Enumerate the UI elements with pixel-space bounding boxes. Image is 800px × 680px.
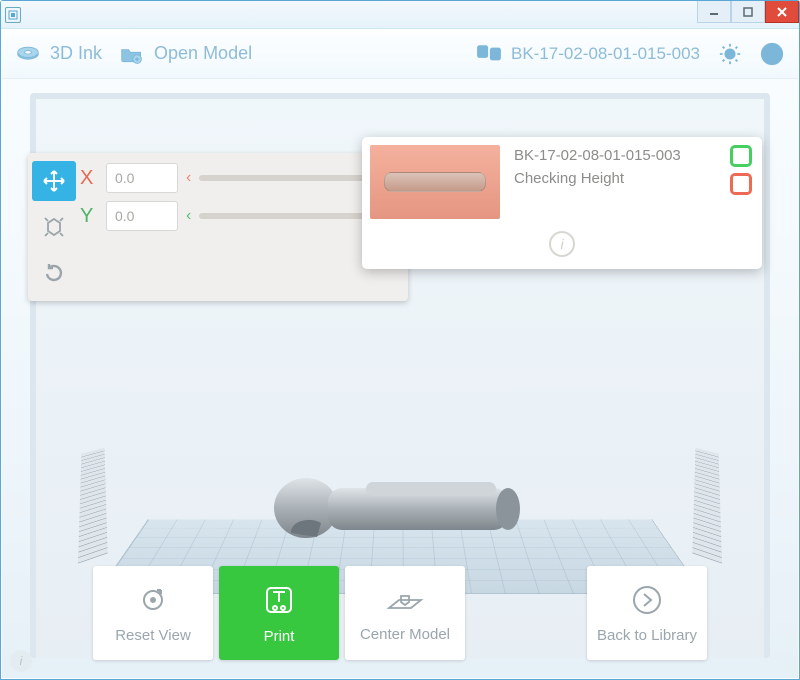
app-icon xyxy=(5,7,21,23)
y-decrement[interactable]: ‹ xyxy=(186,207,191,225)
back-to-library-label: Back to Library xyxy=(597,627,697,644)
settings-button[interactable] xyxy=(718,42,742,66)
svg-text:+: + xyxy=(135,56,139,63)
x-axis-row: X ‹ xyxy=(80,163,398,193)
open-model-button[interactable]: + Open Model xyxy=(120,42,252,66)
ruler-right xyxy=(692,448,722,564)
popup-model-name: BK-17-02-08-01-015-003 xyxy=(514,147,716,164)
viewport-info-button[interactable]: i xyxy=(10,650,32,672)
ink-button[interactable]: 3D Ink xyxy=(16,42,102,66)
y-axis-row: Y ‹ xyxy=(80,201,398,231)
help-button[interactable] xyxy=(760,42,784,66)
model-status-popup: BK-17-02-08-01-015-003 Checking Height i xyxy=(362,137,762,269)
reset-view-button[interactable]: Reset View xyxy=(93,566,213,660)
printer-icon xyxy=(477,42,501,66)
x-axis-label: X xyxy=(80,167,98,190)
scale-tool[interactable] xyxy=(32,207,76,247)
x-decrement[interactable]: ‹ xyxy=(186,169,191,187)
move-tool[interactable] xyxy=(32,161,76,201)
folder-open-icon: + xyxy=(120,42,144,66)
print-button[interactable]: Print xyxy=(219,566,339,660)
x-value-input[interactable] xyxy=(106,163,178,193)
close-button[interactable] xyxy=(765,1,799,23)
ruler-left xyxy=(78,448,108,564)
help-icon xyxy=(760,42,784,66)
top-toolbar: 3D Ink + Open Model BK-17-02-08-01-015-0… xyxy=(2,29,798,79)
rotate-tool[interactable] xyxy=(32,253,76,293)
gear-icon xyxy=(718,42,742,66)
y-axis-label: Y xyxy=(80,205,98,228)
app-area: 3D Ink + Open Model BK-17-02-08-01-015-0… xyxy=(2,29,798,678)
spool-icon xyxy=(16,42,40,66)
y-value-input[interactable] xyxy=(106,201,178,231)
print-label: Print xyxy=(264,628,295,645)
center-model-label: Center Model xyxy=(360,626,450,643)
maximize-button[interactable] xyxy=(731,1,765,23)
model-mesh[interactable] xyxy=(266,458,546,548)
open-model-label: Open Model xyxy=(154,43,252,64)
center-model-button[interactable]: Center Model xyxy=(345,566,465,660)
bottom-button-bar: Reset View Print Center Model Back to Li… xyxy=(2,566,798,660)
ink-label: 3D Ink xyxy=(50,43,102,64)
transform-panel: X ‹ Y ‹ xyxy=(28,153,408,301)
popup-info-button[interactable]: i xyxy=(549,231,575,257)
current-model-name: BK-17-02-08-01-015-003 xyxy=(511,44,700,64)
popup-status-text: Checking Height xyxy=(514,170,716,187)
titlebar[interactable] xyxy=(1,1,799,29)
status-indicator-ok xyxy=(730,145,752,167)
app-window: 3D Ink + Open Model BK-17-02-08-01-015-0… xyxy=(0,0,800,680)
minimize-button[interactable] xyxy=(697,1,731,23)
status-indicator-error xyxy=(730,173,752,195)
model-thumbnail xyxy=(370,145,500,219)
viewport-3d[interactable]: X ‹ Y ‹ xyxy=(2,79,798,678)
back-to-library-button[interactable]: Back to Library xyxy=(587,566,707,660)
model-indicator[interactable]: BK-17-02-08-01-015-003 xyxy=(477,42,700,66)
reset-view-label: Reset View xyxy=(115,627,191,644)
